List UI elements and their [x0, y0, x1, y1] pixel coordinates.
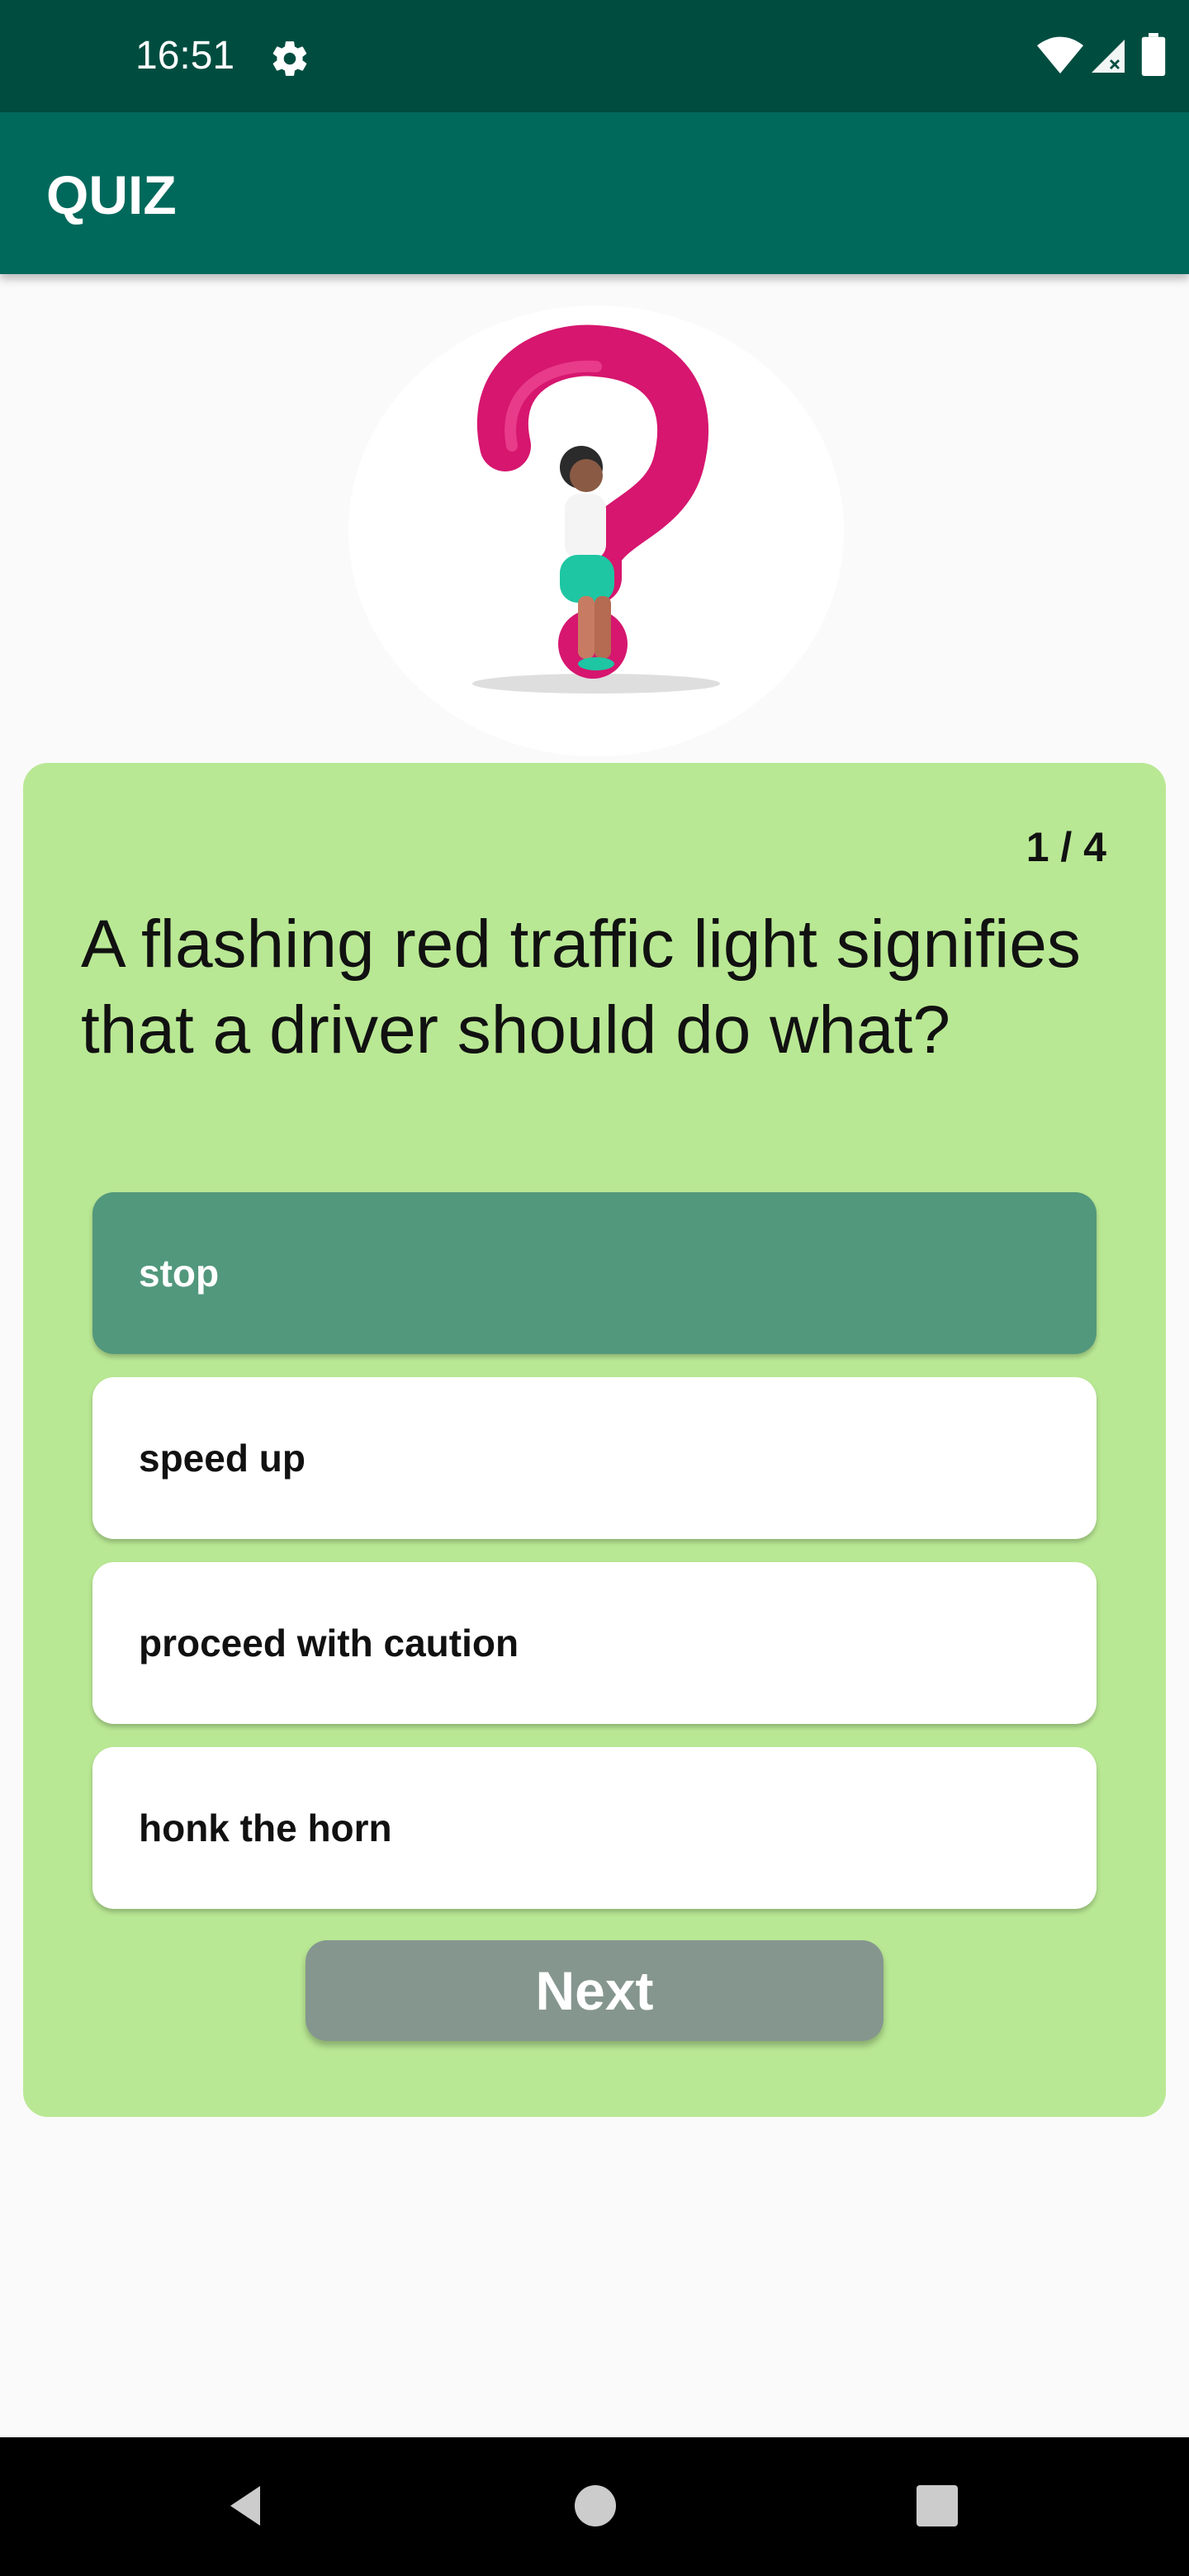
option-proceed-with-caution[interactable]: proceed with caution	[92, 1562, 1097, 1724]
option-label: honk the horn	[139, 1807, 392, 1849]
gear-icon	[269, 38, 310, 79]
recents-icon[interactable]	[900, 2469, 974, 2543]
option-label: proceed with caution	[139, 1622, 519, 1664]
battery-icon	[1141, 33, 1166, 76]
option-label: stop	[139, 1252, 220, 1295]
status-bar: 16:51	[0, 0, 1189, 112]
question-mark-illustration	[348, 305, 844, 756]
status-time: 16:51	[135, 34, 235, 78]
option-honk-the-horn[interactable]: honk the horn	[92, 1747, 1097, 1909]
back-icon[interactable]	[211, 2469, 286, 2543]
quiz-card: 1 / 4 A flashing red traffic light signi…	[23, 763, 1166, 2117]
navigation-bar	[0, 2437, 1189, 2576]
home-icon[interactable]	[558, 2469, 632, 2543]
option-speed-up[interactable]: speed up	[92, 1377, 1097, 1539]
wifi-icon	[1037, 36, 1083, 76]
question-progress: 1 / 4	[1026, 824, 1106, 870]
option-label: speed up	[139, 1437, 306, 1480]
signal-icon	[1087, 36, 1130, 76]
app-bar: QUIZ	[0, 112, 1189, 274]
question-text: A flashing red traffic light signifies t…	[81, 907, 1081, 1068]
option-stop[interactable]: stop	[92, 1192, 1097, 1354]
next-button[interactable]: Next	[306, 1940, 883, 2041]
app-title: QUIZ	[46, 164, 177, 225]
